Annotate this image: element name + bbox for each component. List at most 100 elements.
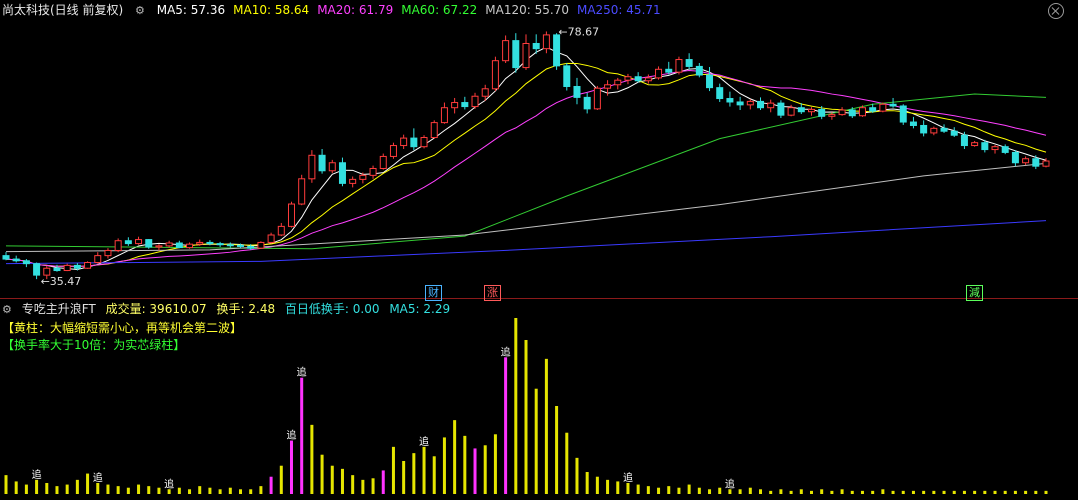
candle-body	[420, 137, 428, 148]
candle-body	[298, 178, 306, 205]
candle-body	[685, 59, 693, 67]
candle-body	[624, 76, 632, 81]
settings-icon[interactable]: ⚙	[2, 303, 12, 316]
volume-bar	[708, 489, 712, 494]
volume-bar	[973, 490, 977, 494]
pane-divider[interactable]	[0, 298, 1078, 299]
volume-header: ⚙ 专吃主升浪FT 成交量: 39610.07 换手: 2.48 百日低换手: …	[0, 300, 456, 318]
volume-bar	[402, 461, 406, 494]
candle-body	[542, 34, 550, 50]
volume-bar	[320, 454, 324, 494]
volume-bar	[24, 484, 28, 494]
candle-body	[63, 264, 71, 272]
volume-bar	[279, 465, 283, 494]
candle-body	[267, 234, 275, 243]
volume-bar	[391, 446, 395, 494]
high-price-label: ←78.67	[558, 26, 599, 39]
volume-bar	[952, 490, 956, 494]
candle-body	[369, 167, 377, 176]
ma-legend-item: MA5: 57.36	[156, 3, 226, 17]
volume-bar	[1013, 490, 1017, 494]
volume-bar	[453, 420, 457, 494]
candle-body	[349, 178, 357, 184]
volume-bar	[473, 448, 477, 494]
volume-bar	[759, 489, 763, 494]
candle-body	[991, 146, 999, 151]
volume-bar	[789, 490, 793, 494]
candle-body	[247, 245, 255, 249]
volume-bar	[1044, 490, 1048, 494]
candle-body	[226, 244, 234, 247]
kline-chart[interactable]: ←78.67←35.47追 追追追追追追追追	[0, 0, 1078, 500]
event-marker[interactable]: 減	[966, 285, 983, 301]
candle-body	[930, 127, 938, 134]
candle-body	[777, 102, 785, 116]
candle-body	[216, 243, 224, 246]
volume-bar	[820, 489, 824, 494]
candle-body	[807, 108, 815, 113]
volume-bar	[646, 486, 650, 494]
candle-body	[757, 100, 765, 109]
candle-body	[461, 102, 469, 108]
candle-body	[869, 107, 877, 112]
volume-bar	[677, 487, 681, 494]
volume-bar	[544, 358, 548, 494]
candle-body	[828, 114, 836, 117]
volume-bar	[75, 479, 79, 494]
candle-body	[879, 103, 887, 112]
candle-body	[604, 84, 612, 89]
event-marker[interactable]: 涨	[484, 285, 501, 301]
candle-body	[43, 267, 51, 276]
volume-bar	[922, 490, 926, 494]
volume-bar	[422, 446, 426, 494]
candle-body	[389, 145, 397, 157]
volume-bar	[840, 489, 844, 494]
volume-bar	[636, 484, 640, 494]
volume-bar	[249, 489, 253, 494]
candle-body	[12, 258, 20, 262]
volume-bar	[657, 487, 661, 494]
candle-body	[848, 109, 856, 117]
candle-body	[940, 127, 948, 132]
volume-bar	[137, 484, 141, 494]
volume-bar	[188, 489, 192, 494]
candle-body	[593, 87, 601, 110]
candle-body	[379, 155, 387, 169]
volume-bar	[4, 475, 8, 494]
volume-bar	[932, 490, 936, 494]
volume-bar	[860, 490, 864, 494]
close-icon[interactable]	[1048, 3, 1064, 19]
settings-icon[interactable]: ⚙	[135, 4, 145, 17]
candle-body	[1001, 146, 1009, 153]
volume-bar	[116, 486, 120, 494]
candle-body	[338, 162, 346, 184]
event-marker[interactable]: 财	[425, 285, 442, 301]
candle-body	[430, 122, 438, 139]
indicator-name[interactable]: 专吃主升浪FT	[22, 302, 96, 316]
volume-bar	[911, 490, 915, 494]
volume-bar	[850, 490, 854, 494]
candle-body	[104, 249, 112, 257]
volume-bar	[483, 445, 487, 494]
volume-bar	[96, 483, 100, 494]
candle-body	[22, 260, 30, 265]
candle-body	[2, 255, 10, 260]
candle-body	[950, 130, 958, 136]
volume-chase-tag: 追	[286, 429, 296, 442]
ma-legend-item: MA20: 61.79	[317, 3, 394, 17]
volume-bar	[697, 487, 701, 494]
volume-bar	[432, 456, 436, 494]
candle-body	[716, 87, 724, 100]
volume-bar	[177, 487, 181, 494]
volume-bar	[779, 489, 783, 494]
candle-body	[145, 239, 153, 248]
volume-bar	[738, 489, 742, 494]
volume-bar	[381, 470, 385, 494]
long-ma-line	[5, 93, 1047, 250]
stock-title[interactable]: 尚太科技(日线 前复权)	[2, 3, 123, 17]
volume-bar	[891, 490, 895, 494]
candle-body	[440, 107, 448, 124]
volume-bar	[361, 479, 365, 494]
candle-body	[746, 100, 754, 106]
candle-body	[155, 245, 163, 248]
